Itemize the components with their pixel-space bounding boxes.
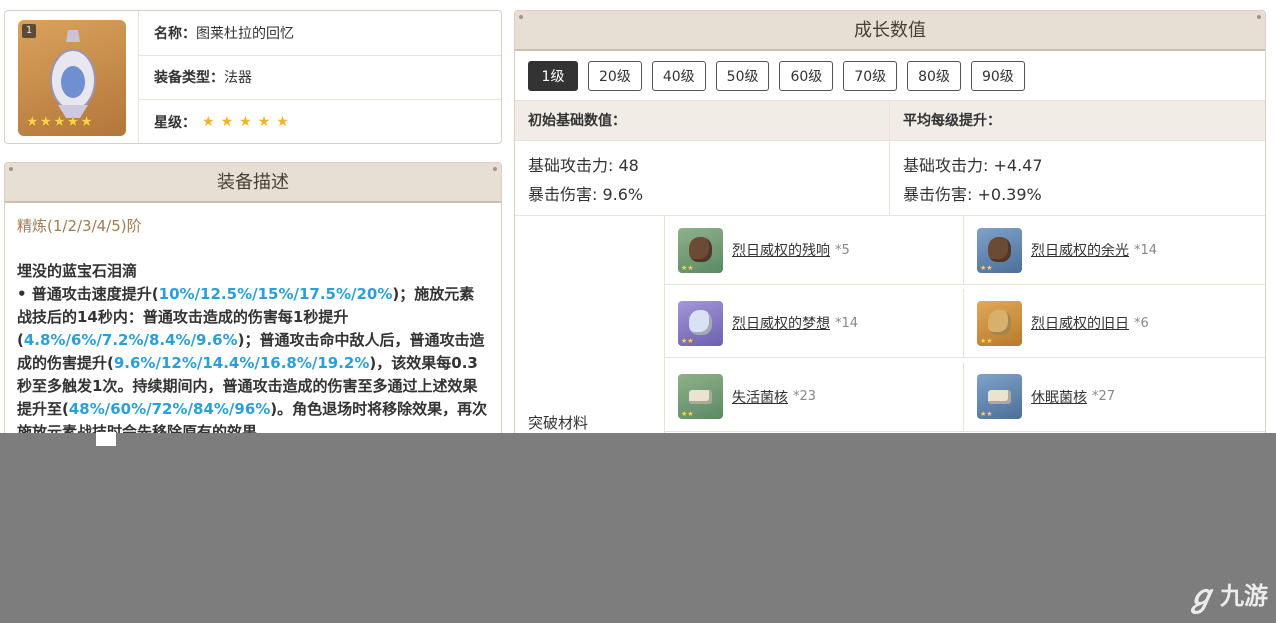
avg-crit: 暴击伤害: +0.39% bbox=[903, 185, 1042, 204]
growth-title: 成长数值 bbox=[515, 11, 1265, 51]
material-link[interactable]: 烈日威权的旧日 bbox=[1031, 313, 1129, 333]
rarity-stars: ★★★★★ bbox=[26, 114, 94, 130]
overlay-notch bbox=[96, 432, 116, 446]
materials-label: 突破材料 bbox=[528, 414, 589, 432]
material-count: *14 bbox=[1134, 242, 1158, 258]
relic-fragment-icon[interactable] bbox=[977, 300, 1022, 346]
weapon-type: 法器 bbox=[224, 70, 252, 87]
screenshot-content: 1 ★★★★★ 名称： 图莱杜拉的回忆 装备类型： 法器 星级： ★ ★ ★ ★ ★ bbox=[0, 0, 1276, 433]
level-button[interactable]: 50级 bbox=[715, 60, 770, 91]
level-button[interactable]: 70级 bbox=[843, 60, 898, 91]
base-atk: 基础攻击力: 48 bbox=[528, 156, 639, 175]
relic-fragment-icon[interactable] bbox=[678, 300, 723, 346]
star-icon: ★ bbox=[220, 114, 234, 131]
material-item: 失活菌核 *23 bbox=[665, 362, 964, 432]
material-item: 烈日威权的旧日 *6 bbox=[964, 289, 1265, 359]
level-button[interactable]: 90级 bbox=[970, 60, 1025, 91]
weapon-info-rows: 名称： 图莱杜拉的回忆 装备类型： 法器 星级： ★ ★ ★ ★ ★ bbox=[138, 11, 501, 143]
material-item: 烈日威权的余光 *14 bbox=[964, 216, 1265, 285]
material-link[interactable]: 烈日威权的余光 bbox=[1031, 240, 1129, 260]
desc-highlight: 48%/60%/72%/84%/96% bbox=[68, 400, 271, 418]
material-count: *27 bbox=[1092, 389, 1116, 405]
fungal-nucleus-icon[interactable] bbox=[977, 374, 1022, 420]
rarity-row: 星级： ★ ★ ★ ★ ★ bbox=[139, 100, 501, 145]
gray-overlay: ℊ 九游 bbox=[0, 432, 1276, 623]
description-title: 装备描述 bbox=[5, 163, 501, 203]
refine-levels: 精炼(1/2/3/4/5)阶 bbox=[17, 217, 142, 235]
relic-fragment-icon[interactable] bbox=[977, 227, 1022, 273]
type-label: 装备类型： bbox=[154, 70, 224, 87]
materials-label-cell: 突破材料 bbox=[515, 216, 665, 433]
rarity-rating: ★ ★ ★ ★ ★ bbox=[202, 114, 295, 130]
desc-highlight: 10%/12.5%/15%/17.5%/20% bbox=[158, 285, 393, 303]
passive-text: • 普通攻击速度提升(10%/12.5%/15%/17.5%/20%)；施放元素… bbox=[17, 283, 489, 433]
materials-grid: 烈日威权的残响 *5 烈日威权的余光 *14 烈日威权的梦想 *14 烈日威权的旧日 *6 失活… bbox=[665, 216, 1265, 433]
ascension-materials: 突破材料 烈日威权的残响 *5 烈日威权的余光 *14 烈日威权的梦想 *14 烈日威权的旧… bbox=[515, 216, 1265, 433]
watermark-logo-icon: ℊ bbox=[1186, 579, 1216, 614]
watermark-text: 九游 bbox=[1220, 581, 1268, 610]
base-stats: 基础攻击力: 48 暴击伤害: 9.6% bbox=[515, 141, 890, 215]
weapon-image: 1 ★★★★★ bbox=[18, 20, 126, 136]
material-link[interactable]: 失活菌核 bbox=[732, 387, 788, 407]
equipment-description-panel: 装备描述 精炼(1/2/3/4/5)阶 埋没的蓝宝石泪滴 • 普通攻击速度提升(… bbox=[4, 162, 502, 433]
type-row: 装备类型： 法器 bbox=[139, 56, 501, 100]
material-link[interactable]: 烈日威权的残响 bbox=[732, 240, 830, 260]
level-button[interactable]: 60级 bbox=[779, 60, 834, 91]
star-icon: ★ bbox=[257, 114, 271, 131]
weapon-name: 图莱杜拉的回忆 bbox=[196, 25, 294, 42]
passive-name: 埋没的蓝宝石泪滴 bbox=[17, 262, 138, 280]
level-button[interactable]: 20级 bbox=[588, 60, 642, 91]
desc-part: • 普通攻击速度提升( bbox=[17, 285, 159, 303]
star-icon: ★ bbox=[276, 114, 289, 131]
material-count: *14 bbox=[835, 315, 859, 331]
desc-highlight: 9.6%/12%/14.4%/16.8%/19.2% bbox=[113, 354, 370, 372]
level-button[interactable]: 80级 bbox=[907, 60, 961, 91]
star-icon: ★ bbox=[239, 114, 252, 131]
avg-growth: 基础攻击力: +4.47 暴击伤害: +0.39% bbox=[890, 141, 1056, 215]
base-crit: 暴击伤害: 9.6% bbox=[528, 185, 644, 204]
level-selector: 1级 20级 40级 50级 60级 70级 80级 90级 bbox=[515, 51, 1265, 101]
material-item: 烈日威权的梦想 *14 bbox=[665, 289, 964, 359]
weapon-info-card: 1 ★★★★★ 名称： 图莱杜拉的回忆 装备类型： 法器 星级： ★ ★ ★ ★ ★ bbox=[4, 10, 502, 144]
material-count: *5 bbox=[835, 242, 850, 258]
material-link[interactable]: 休眠菌核 bbox=[1031, 387, 1087, 407]
stat-values: 基础攻击力: 48 暴击伤害: 9.6% 基础攻击力: +4.47 暴击伤害: … bbox=[515, 141, 1265, 216]
passive-description: 埋没的蓝宝石泪滴 • 普通攻击速度提升(10%/12.5%/15%/17.5%/… bbox=[5, 236, 501, 433]
avg-growth-header: 平均每级提升： bbox=[903, 113, 1001, 129]
level-button[interactable]: 40级 bbox=[651, 60, 706, 91]
material-count: *6 bbox=[1134, 315, 1149, 331]
relic-fragment-icon[interactable] bbox=[678, 227, 723, 273]
material-item: 烈日威权的残响 *5 bbox=[665, 216, 964, 285]
name-label: 名称： bbox=[154, 25, 196, 42]
level-button[interactable]: 1级 bbox=[528, 60, 578, 91]
fungal-nucleus-icon[interactable] bbox=[678, 374, 723, 420]
material-link[interactable]: 烈日威权的梦想 bbox=[732, 313, 830, 333]
avg-atk: 基础攻击力: +4.47 bbox=[903, 156, 1043, 175]
growth-stats-panel: 成长数值 1级 20级 40级 50级 60级 70级 80级 90级 初始基础数值： 平均每… bbox=[514, 10, 1266, 433]
base-stats-header: 初始基础数值： bbox=[515, 101, 890, 140]
desc-highlight: 4.8%/6%/7.2%/8.4%/9.6% bbox=[23, 331, 238, 349]
rarity-label: 星级： bbox=[154, 115, 196, 132]
star-icon: ★ bbox=[202, 114, 215, 131]
name-row: 名称： 图莱杜拉的回忆 bbox=[139, 11, 501, 56]
stat-header: 初始基础数值： 平均每级提升： bbox=[515, 101, 1265, 141]
material-count: *23 bbox=[793, 389, 817, 405]
material-item: 休眠菌核 *27 bbox=[964, 363, 1265, 432]
watermark: ℊ 九游 bbox=[1186, 571, 1268, 615]
